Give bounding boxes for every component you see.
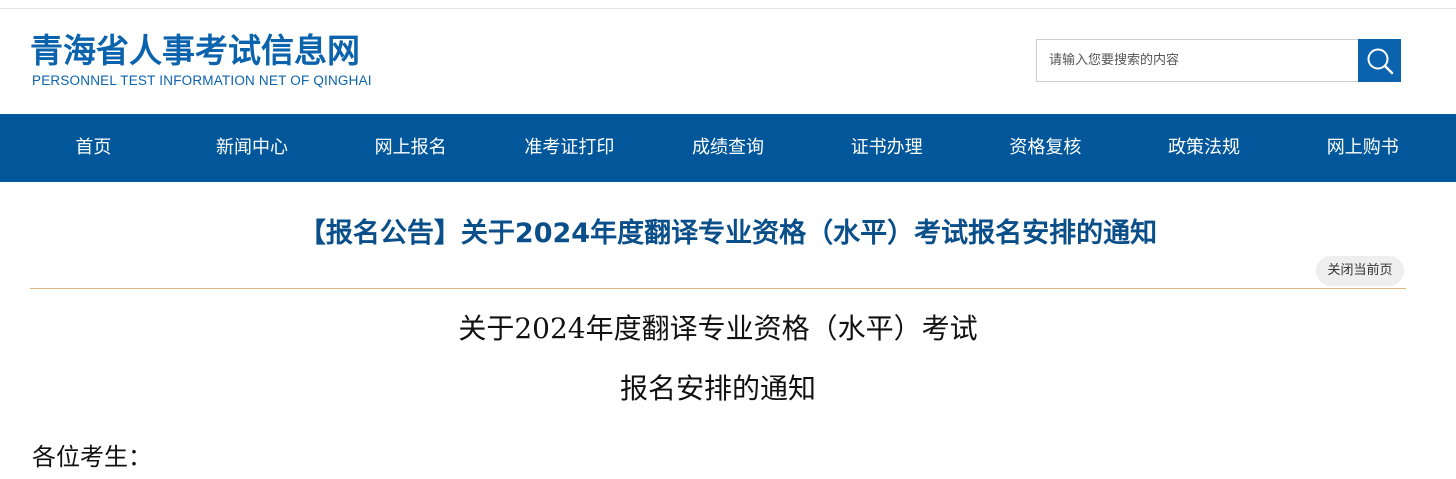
nav-item-online-registration[interactable]: 网上报名: [331, 114, 490, 182]
nav-item-policies[interactable]: 政策法规: [1125, 114, 1284, 182]
site-header: 青海省人事考试信息网 PERSONNEL TEST INFORMATION NE…: [0, 9, 1456, 114]
search-button[interactable]: [1358, 39, 1401, 82]
nav-item-score-query[interactable]: 成绩查询: [649, 114, 808, 182]
logo-english-subtitle: PERSONNEL TEST INFORMATION NET OF QINGHA…: [32, 73, 372, 88]
site-logo[interactable]: 青海省人事考试信息网 PERSONNEL TEST INFORMATION NE…: [30, 31, 410, 95]
logo-chinese-title: 青海省人事考试信息网: [30, 31, 360, 70]
document-title-line1: 关于2024年度翻译专业资格（水平）考试: [458, 312, 978, 345]
nav-item-buy-books[interactable]: 网上购书: [1283, 114, 1442, 182]
nav-item-certificate[interactable]: 证书办理: [807, 114, 966, 182]
search-box: [1036, 39, 1401, 82]
article-title: 【报名公告】关于2024年度翻译专业资格（水平）考试报名安排的通知: [298, 218, 1158, 249]
nav-item-news[interactable]: 新闻中心: [173, 114, 332, 182]
nav-item-qualification-review[interactable]: 资格复核: [966, 114, 1125, 182]
close-page-button[interactable]: 关闭当前页: [1316, 256, 1404, 286]
document-title-line2: 报名安排的通知: [619, 372, 816, 405]
nav-item-admission-ticket[interactable]: 准考证打印: [490, 114, 649, 182]
top-border: [0, 0, 1456, 9]
search-icon: [1367, 48, 1393, 74]
salutation-text: 各位考生：: [32, 443, 152, 471]
nav-item-home[interactable]: 首页: [14, 114, 173, 182]
main-nav: 首页 新闻中心 网上报名 准考证打印 成绩查询 证书办理 资格复核 政策法规 网…: [0, 114, 1456, 182]
title-divider: [30, 288, 1406, 289]
search-input[interactable]: [1036, 39, 1358, 82]
